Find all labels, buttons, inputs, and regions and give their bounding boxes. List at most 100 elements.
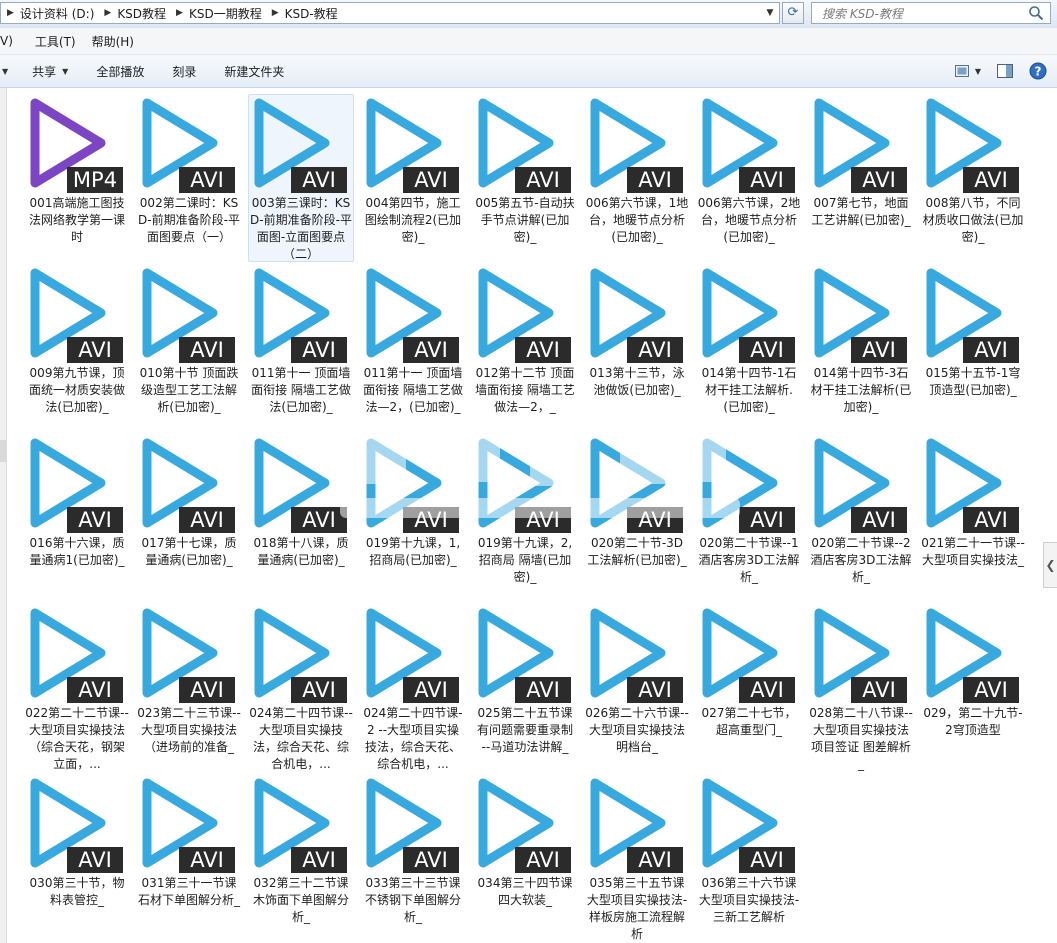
file-item[interactable]: AVI 010第十节 顶面跌级造型工艺工法解析(已加密)_ [136, 264, 242, 432]
file-item[interactable]: AVI 020第二十节-3D工法解析(已加密)_ [584, 434, 690, 602]
search-box[interactable] [811, 2, 1051, 25]
file-item[interactable]: AVI 019第十九课，1,招商局(已加密)_ [360, 434, 466, 602]
file-item[interactable]: AVI 027第二十七节，超高重型门_ [696, 604, 802, 772]
file-item[interactable]: AVI 006第六节课，2地台，地暖节点分析(已加密)_ [696, 94, 802, 262]
file-item[interactable]: AVI 011第十一 顶面墙面衔接 隔墙工艺做法—2，(已加密)_ [360, 264, 466, 432]
file-item[interactable]: AVI 034第三十四节课四大软装_ [472, 774, 578, 942]
file-item[interactable]: AVI 014第十四节-3石材干挂工法解析(已加密)_ [808, 264, 914, 432]
file-name: 001高端施工图技法网络教学第一课时 [28, 196, 125, 244]
file-item[interactable]: AVI 013第十三节，泳池做饭(已加密)_ [584, 264, 690, 432]
file-item[interactable]: AVI 033第三十三节课不锈钢下单图解分析_ [360, 774, 466, 942]
file-item[interactable]: MP4 001高端施工图技法网络教学第一课时 [24, 94, 130, 262]
file-type-badge: AVI [515, 847, 571, 873]
file-item[interactable]: AVI 006第六节课，1地台，地暖节点分析(已加密)_ [584, 94, 690, 262]
video-thumbnail: AVI [923, 607, 1023, 703]
file-item[interactable]: AVI 019第十九课，2,招商局 隔墙(已加密)_ [472, 434, 578, 602]
breadcrumb-ksd[interactable]: ▶ KSD教程 [98, 5, 170, 22]
file-item[interactable]: AVI 011第十一 顶面墙面衔接 隔墙工艺做法(已加密)_ [248, 264, 354, 432]
svg-text:?: ? [1035, 65, 1042, 79]
file-item[interactable]: AVI 032第三十二节课木饰面下单图解分析_ [248, 774, 354, 942]
file-type-badge: AVI [291, 167, 347, 193]
file-type-badge: AVI [739, 337, 795, 363]
file-item[interactable]: AVI 035第三十五节课大型项目实操技法-样板房施工流程解析 [584, 774, 690, 942]
change-view-button[interactable]: ▼ [951, 60, 985, 82]
file-item[interactable]: AVI 031第三十一节课石材下单图解分析_ [136, 774, 242, 942]
file-item[interactable]: AVI 005第五节-自动扶手节点讲解(已加密)_ [472, 94, 578, 262]
file-type-badge: AVI [515, 677, 571, 703]
expand-pane-button[interactable]: ❮ [1043, 542, 1057, 588]
file-item[interactable]: AVI 017第十七课，质量通病(已加密)_ [136, 434, 242, 602]
burn-button[interactable]: 刻录 [158, 63, 210, 80]
video-thumbnail: AVI [139, 267, 239, 363]
address-bar[interactable]: ▶ 设计资料 (D:) ▶ KSD教程 ▶ KSD一期教程 ▶ KSD-教程 ▼ [0, 2, 780, 24]
breadcrumb-current[interactable]: ▶ KSD-教程 [266, 5, 342, 22]
file-name: 011第十一 顶面墙面衔接 隔墙工艺做法—2，(已加密)_ [363, 366, 463, 414]
video-thumbnail: AVI [251, 437, 351, 533]
video-thumbnail: AVI [699, 777, 799, 873]
file-name: 024第二十四节课-2 --大型项目实操技法，综合天花、综合机电，... [363, 706, 463, 771]
file-type-badge: AVI [67, 847, 123, 873]
file-item[interactable]: AVI 020第二十节课--1酒店客房3D工法解析_ [696, 434, 802, 602]
menu-tools[interactable]: 工具(T) [27, 33, 84, 50]
play-all-button[interactable]: 全部播放 [82, 63, 158, 80]
file-name: 020第二十节-3D工法解析(已加密)_ [587, 536, 687, 567]
file-item[interactable]: AVI 029，第二十九节-2穹顶造型 [920, 604, 1026, 772]
video-thumbnail: AVI [251, 777, 351, 873]
preview-pane-button[interactable] [991, 60, 1019, 82]
menu-view[interactable]: V) [0, 34, 21, 48]
file-item[interactable]: AVI 024第二十四节课--大型项目实操技法，综合天花、综合机电，... [248, 604, 354, 772]
search-icon[interactable] [1028, 5, 1044, 21]
file-type-badge: AVI [515, 337, 571, 363]
menu-help[interactable]: 帮助(H) [84, 33, 142, 50]
file-type-badge: AVI [291, 337, 347, 363]
menu-bar: V) 工具(T) 帮助(H) [0, 28, 1057, 55]
new-folder-button[interactable]: 新建文件夹 [210, 63, 298, 80]
file-item[interactable]: AVI 008第八节，不同材质收口做法(已加密)_ [920, 94, 1026, 262]
help-icon: ? [1029, 62, 1047, 80]
file-item[interactable]: AVI 026第二十六节课--大型项目实操技法明档台_ [584, 604, 690, 772]
file-item[interactable]: AVI 018第十八课，质量通病(已加密)_ [248, 434, 354, 602]
file-item[interactable]: AVI 020第二十节课--2酒店客房3D工法解析_ [808, 434, 914, 602]
chevron-down-icon[interactable]: ▼ [0, 67, 22, 76]
file-item[interactable]: AVI 003第三课时：KSD-前期准备阶段-平面图-立面图要点（二） [248, 94, 354, 262]
file-item[interactable]: AVI 012第十二节 顶面墙面衔接 隔墙工艺做法—2，_ [472, 264, 578, 432]
search-input[interactable] [820, 3, 1029, 25]
share-button[interactable]: 共享 ▼ [22, 63, 82, 80]
file-type-badge: AVI [67, 507, 123, 533]
file-item[interactable]: AVI 015第十五节-1穹顶造型(已加密)_ [920, 264, 1026, 432]
breadcrumb-ksd-phase1[interactable]: ▶ KSD一期教程 [170, 5, 266, 22]
file-item[interactable]: AVI 009第九节课，顶面统一材质安装做法(已加密)_ [24, 264, 130, 432]
file-item[interactable]: AVI 030第三十节，物料表管控_ [24, 774, 130, 942]
file-item[interactable]: AVI 036第三十六节课大型项目实操技法-三新工艺解析 [696, 774, 802, 942]
file-type-badge: AVI [291, 507, 347, 533]
file-name: 024第二十四节课--大型项目实操技法，综合天花、综合机电，... [249, 706, 353, 771]
file-type-badge: AVI [515, 507, 571, 533]
refresh-button[interactable]: ⟳ [782, 2, 804, 24]
file-item[interactable]: AVI 023第二十三节课--大型项目实操技法（进场前的准备_ [136, 604, 242, 772]
help-button[interactable]: ? [1027, 60, 1049, 82]
video-thumbnail: AVI [587, 97, 687, 193]
file-item[interactable]: AVI 025第二十五节课 有问题需要重录制 --马道功法讲解_ [472, 604, 578, 772]
file-item[interactable]: AVI 014第十四节-1石材干挂工法解析.(已加密)_ [696, 264, 802, 432]
file-item[interactable]: AVI 021第二十一节课--大型项目实操技法_ [920, 434, 1026, 602]
breadcrumb-label: KSD一期教程 [188, 6, 262, 21]
file-type-badge: AVI [67, 337, 123, 363]
file-item[interactable]: AVI 007第七节，地面工艺讲解(已加密)_ [808, 94, 914, 262]
file-item[interactable]: AVI 024第二十四节课-2 --大型项目实操技法，综合天花、综合机电，... [360, 604, 466, 772]
file-item[interactable]: AVI 022第二十二节课--大型项目实操技法（综合天花，钢架立面，... [24, 604, 130, 772]
breadcrumb-drive[interactable]: ▶ 设计资料 (D:) [1, 5, 98, 22]
file-item[interactable]: AVI 004第四节，施工图绘制流程2(已加密)_ [360, 94, 466, 262]
file-item[interactable]: AVI 016第十六课，质量通病1(已加密)_ [24, 434, 130, 602]
file-type-badge: AVI [403, 337, 459, 363]
file-type-badge: AVI [179, 337, 235, 363]
file-name: 004第四节，施工图绘制流程2(已加密)_ [364, 196, 462, 244]
file-item[interactable]: AVI 002第二课时：KSD-前期准备阶段-平面图要点（一） [136, 94, 242, 262]
file-item[interactable]: AVI 028第二十八节课--大型项目实操技法项目签证 图差解析_ [808, 604, 914, 772]
splitter-handle[interactable] [0, 440, 6, 462]
video-thumbnail: AVI [251, 97, 351, 193]
file-name: 031第三十一节课石材下单图解分析_ [137, 876, 240, 907]
file-type-badge: AVI [627, 167, 683, 193]
chevron-down-icon[interactable]: ▼ [763, 6, 777, 20]
file-list-pane[interactable]: MP4 001高端施工图技法网络教学第一课时 AVI 002第二课时：KSD-前期准备… [0, 88, 1057, 943]
file-type-badge: MP4 [67, 167, 123, 193]
